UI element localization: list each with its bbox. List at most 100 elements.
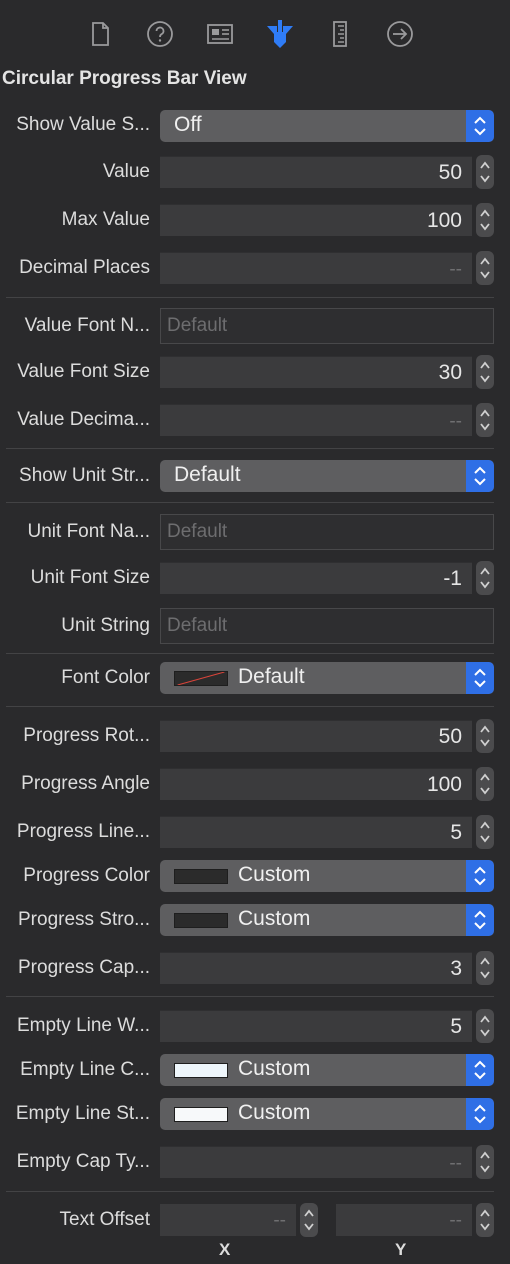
empty-line-color-label: Empty Line C... [20, 1059, 150, 1080]
value-stepper[interactable] [476, 155, 494, 189]
empty-line-stroke-color-label: Empty Line St... [15, 1103, 150, 1124]
text-offset-y-field[interactable]: -- [336, 1204, 472, 1236]
chevron-up-down-icon [466, 904, 494, 936]
decimal-places-stepper[interactable] [476, 251, 494, 285]
text-offset-x-stepper[interactable] [300, 1203, 318, 1237]
progress-color-popup[interactable]: Custom [160, 860, 494, 892]
progress-line-width-stepper[interactable] [476, 815, 494, 849]
value-font-size-stepper[interactable] [476, 355, 494, 389]
chevron-up-down-icon [466, 110, 494, 142]
max-value-stepper[interactable] [476, 203, 494, 237]
show-unit-string-popup[interactable]: Default [160, 460, 494, 492]
inspector-toolbar [0, 0, 510, 64]
identity-inspector-icon[interactable] [204, 18, 236, 50]
show-value-string-popup[interactable]: Off [160, 110, 494, 142]
field-value: -- [273, 1210, 286, 1231]
progress-line-width-field[interactable]: 5 [160, 816, 472, 848]
color-swatch [174, 1107, 228, 1122]
field-value: 100 [426, 773, 462, 796]
empty-line-color-popup[interactable]: Custom [160, 1054, 494, 1086]
chevron-up-down-icon [466, 860, 494, 892]
divider [6, 706, 494, 707]
progress-rotation-field[interactable]: 50 [160, 720, 472, 752]
progress-angle-label: Progress Angle [21, 773, 150, 794]
unit-font-size-stepper[interactable] [476, 561, 494, 595]
section-title: Circular Progress Bar View [2, 68, 247, 89]
progress-stroke-color-label: Progress Stro... [18, 909, 150, 930]
progress-cap-type-stepper[interactable] [476, 951, 494, 985]
value-decimal-stepper[interactable] [476, 403, 494, 437]
unit-font-name-field[interactable]: Default [160, 514, 494, 550]
progress-color-label: Progress Color [23, 865, 150, 886]
field-value: 50 [438, 725, 462, 748]
divider [6, 502, 494, 503]
field-value: 5 [450, 1015, 462, 1038]
y-axis-label: Y [395, 1240, 407, 1259]
empty-line-width-field[interactable]: 5 [160, 1010, 472, 1042]
popup-value: Custom [238, 1101, 311, 1124]
placeholder: Default [167, 521, 228, 542]
value-font-size-field[interactable]: 30 [160, 356, 472, 388]
progress-rotation-stepper[interactable] [476, 719, 494, 753]
empty-cap-type-field[interactable]: -- [160, 1146, 472, 1178]
value-font-name-field[interactable]: Default [160, 308, 494, 344]
text-offset-x-field[interactable]: -- [160, 1204, 296, 1236]
popup-value: Custom [238, 863, 311, 886]
empty-line-width-label: Empty Line W... [16, 1015, 150, 1036]
unit-font-name-label: Unit Font Na... [27, 521, 151, 542]
divider [6, 297, 494, 298]
x-axis-label: X [219, 1240, 231, 1259]
value-field[interactable]: 50 [160, 156, 472, 188]
empty-line-stroke-color-popup[interactable]: Custom [160, 1098, 494, 1130]
unit-font-size-label: Unit Font Size [30, 567, 150, 588]
help-icon[interactable] [144, 18, 176, 50]
empty-cap-type-label: Empty Cap Ty... [16, 1151, 150, 1172]
popup-value: Default [238, 665, 305, 688]
progress-stroke-color-popup[interactable]: Custom [160, 904, 494, 936]
text-offset-y-stepper[interactable] [476, 1203, 494, 1237]
value-decimal-field[interactable]: -- [160, 404, 472, 436]
color-swatch [174, 1063, 228, 1078]
chevron-up-down-icon [466, 1098, 494, 1130]
divider [6, 1191, 494, 1192]
decimal-places-label: Decimal Places [19, 257, 150, 278]
value-font-name-label: Value Font N... [24, 315, 150, 336]
field-value: -- [449, 259, 462, 280]
font-color-popup[interactable]: Default [160, 662, 494, 694]
field-value: 5 [450, 821, 462, 844]
popup-value: Custom [238, 907, 311, 930]
progress-line-width-label: Progress Line... [16, 821, 150, 842]
progress-angle-stepper[interactable] [476, 767, 494, 801]
popup-value: Off [174, 113, 202, 136]
popup-value: Default [174, 463, 241, 486]
progress-rotation-label: Progress Rot... [23, 725, 150, 746]
progress-angle-field[interactable]: 100 [160, 768, 472, 800]
unit-font-size-field[interactable]: -1 [160, 562, 472, 594]
file-inspector-icon[interactable] [84, 18, 116, 50]
size-inspector-icon[interactable] [324, 18, 356, 50]
value-font-size-label: Value Font Size [17, 361, 150, 382]
default-color-swatch [174, 671, 228, 686]
unit-string-field[interactable]: Default [160, 608, 494, 644]
connections-inspector-icon[interactable] [384, 18, 416, 50]
field-value: 100 [426, 209, 462, 232]
empty-line-width-stepper[interactable] [476, 1009, 494, 1043]
field-value: -- [449, 1210, 462, 1231]
field-value: 30 [438, 361, 462, 384]
max-value-field[interactable]: 100 [160, 204, 472, 236]
placeholder: Default [167, 615, 228, 636]
attributes-inspector-icon[interactable] [264, 18, 296, 50]
show-unit-string-label: Show Unit Str... [19, 465, 150, 486]
field-value: 3 [450, 957, 462, 980]
max-value-label: Max Value [61, 209, 150, 230]
progress-cap-type-field[interactable]: 3 [160, 952, 472, 984]
decimal-places-field[interactable]: -- [160, 252, 472, 284]
progress-cap-type-label: Progress Cap... [18, 957, 150, 978]
popup-value: Custom [238, 1057, 311, 1080]
empty-cap-type-stepper[interactable] [476, 1145, 494, 1179]
text-offset-label: Text Offset [59, 1209, 150, 1230]
unit-string-label: Unit String [61, 615, 150, 636]
chevron-up-down-icon [466, 662, 494, 694]
chevron-up-down-icon [466, 460, 494, 492]
divider [6, 653, 494, 654]
